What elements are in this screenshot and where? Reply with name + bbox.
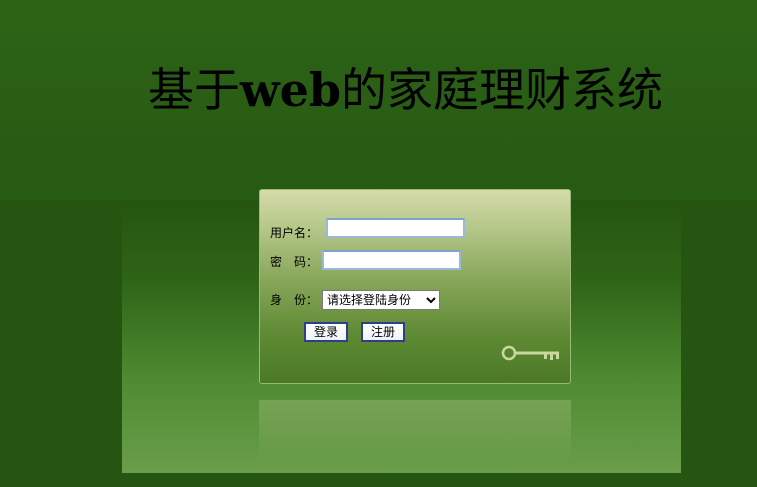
role-label: 身 份： xyxy=(270,293,319,307)
password-label: 密 码： xyxy=(270,255,319,269)
login-button[interactable]: 登录 xyxy=(304,322,348,342)
register-button[interactable]: 注册 xyxy=(361,322,405,342)
role-select[interactable]: 请选择登陆身份 xyxy=(322,290,440,310)
role-select-value: 请选择登陆身份 xyxy=(327,293,412,307)
username-input[interactable] xyxy=(326,218,465,238)
key-icon xyxy=(501,345,559,361)
username-label: 用户名： xyxy=(270,226,319,240)
page-title-prefix: 基于 xyxy=(148,63,240,117)
password-input[interactable] xyxy=(322,250,461,270)
page-title-latin: web xyxy=(240,63,342,117)
chevron-down-icon xyxy=(425,291,437,314)
login-panel: 用户名： 密 码： 身 份： 请选择登陆身份 登录 注册 xyxy=(259,189,571,384)
page-title: 基于web的家庭理财系统 xyxy=(148,60,663,120)
page-title-suffix: 的家庭理财系统 xyxy=(341,63,664,117)
